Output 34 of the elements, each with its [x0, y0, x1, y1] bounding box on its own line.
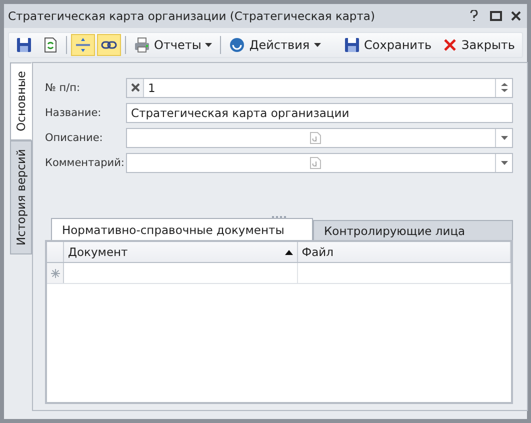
caret-icon	[314, 43, 321, 47]
toolbar-button[interactable]: Сохранить	[340, 34, 436, 56]
menu-button[interactable]: Отчеты	[130, 34, 216, 56]
text-note-icon	[310, 156, 321, 168]
spin-arrows-icon[interactable]	[500, 82, 508, 93]
field-label: Комментарий:	[45, 156, 124, 168]
memo-field[interactable]	[126, 152, 513, 172]
close-icon	[442, 37, 458, 53]
window-title: Стратегическая карта организации (Стратегическая карта)	[8, 9, 376, 23]
toggle-button[interactable]	[71, 34, 95, 56]
toggle-button[interactable]	[97, 34, 121, 56]
detail-tab[interactable]: Нормативно-справочные документы	[51, 218, 313, 240]
field-label: Название:	[45, 106, 102, 118]
side-tab[interactable]: Основные	[10, 62, 32, 140]
toolbar-button[interactable]: Закрыть	[438, 34, 519, 56]
dropdown-caret-icon	[500, 160, 508, 164]
field-label: № п/п:	[45, 82, 82, 94]
caret-icon	[205, 43, 212, 47]
dropdown-caret-icon	[500, 136, 508, 140]
printer-icon	[134, 37, 150, 53]
field-label: Описание:	[45, 132, 104, 144]
refresh-document-icon	[42, 37, 58, 53]
side-tab[interactable]: История версий	[10, 140, 32, 255]
text-note-icon	[310, 132, 321, 144]
column-header[interactable]: Файл	[298, 242, 511, 262]
text-field[interactable]: Стратегическая карта организации	[126, 102, 513, 122]
clear-icon[interactable]	[130, 83, 140, 92]
number-field[interactable]: 1	[126, 78, 513, 98]
detail-tab[interactable]: Контролирующие лица	[313, 220, 513, 240]
window-controls-icon[interactable]	[469, 10, 523, 22]
menu-button[interactable]: Действия	[225, 34, 325, 56]
memo-field[interactable]	[126, 128, 513, 148]
column-header[interactable]: Документ	[64, 242, 298, 262]
expand-arrows-icon	[75, 37, 91, 53]
